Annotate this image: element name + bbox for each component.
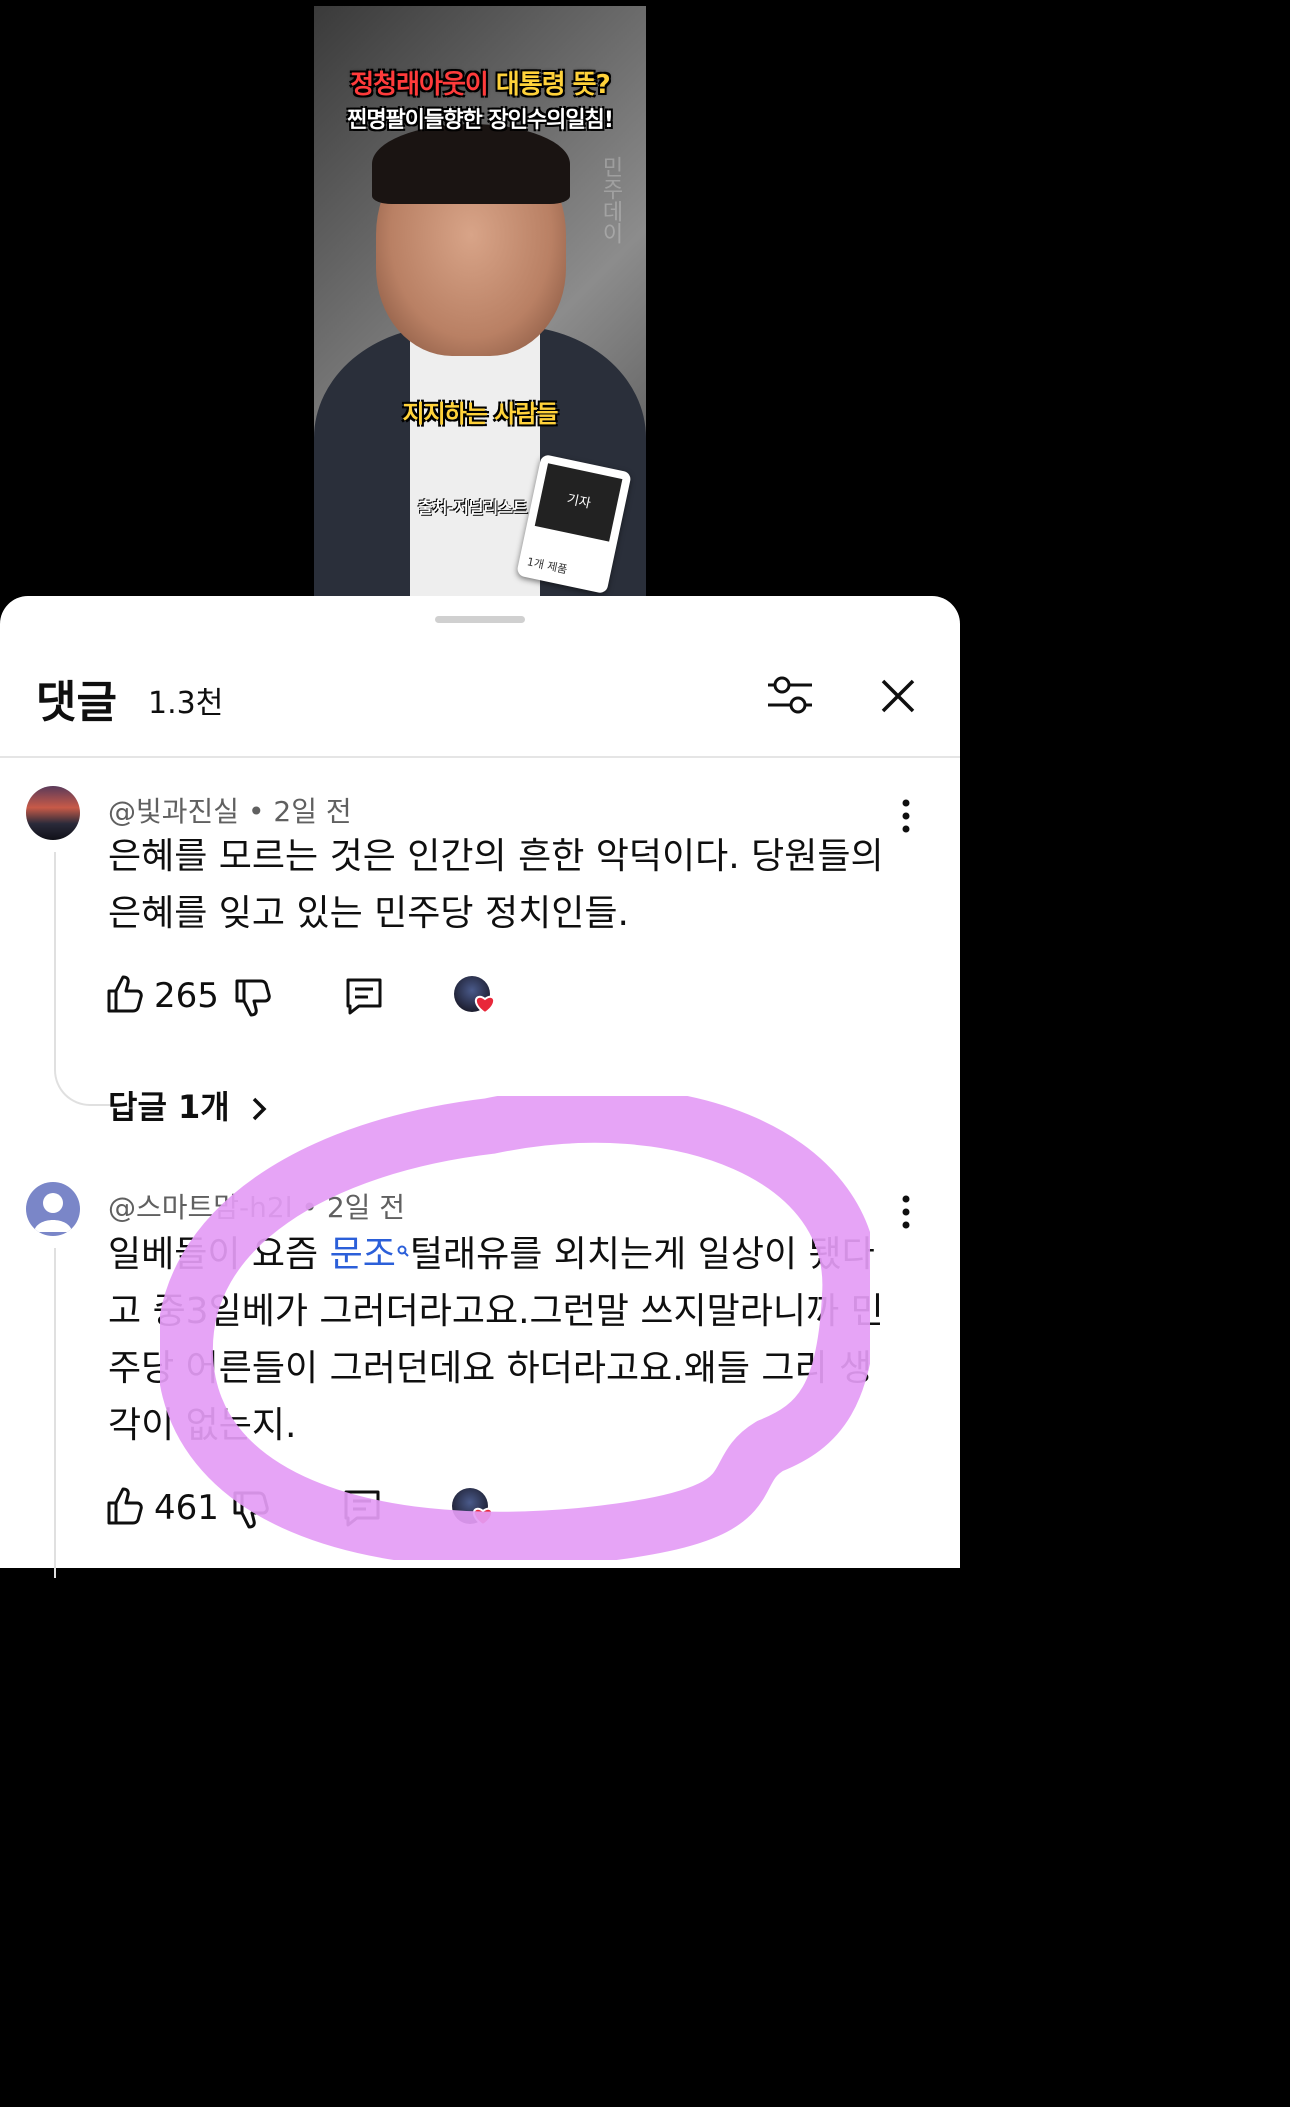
avatar[interactable] <box>26 786 80 840</box>
video-watermark: 민주데이 <box>598 156 623 244</box>
highlight-scribble <box>160 1096 870 1560</box>
comment-text: 은혜를 모르는 것은 인간의 흔한 악덕이다. 당원들의 은혜를 잊고 있는 민… <box>108 836 884 934</box>
comment-actions: 265 <box>106 974 526 1018</box>
close-icon[interactable] <box>876 674 920 718</box>
video-subtitle: 찐명팔이들향한 장인수의일침! <box>347 108 614 133</box>
comments-count: 1.3천 <box>148 686 224 721</box>
drag-handle[interactable] <box>435 616 525 623</box>
comments-title: 댓글 <box>36 677 117 728</box>
thumbs-down-icon[interactable] <box>234 978 272 1022</box>
comments-sheet: 댓글 1.3천 @빛과진실 • 2일 전 은혜를 모르는 것은 인간의 흔한 악… <box>0 596 960 1578</box>
thumbs-up-icon[interactable] <box>106 974 144 1018</box>
video-title-yellow: 대통령 뜻? <box>495 70 611 100</box>
video-title: 정청래아웃이 대통령 뜻? <box>314 64 646 101</box>
sliders-icon[interactable] <box>766 674 814 716</box>
comment-author[interactable]: @빛과진실 <box>108 795 239 828</box>
product-count: 1개 제품 <box>525 555 569 577</box>
header-divider <box>0 756 960 758</box>
comment-time: 2일 전 <box>273 795 352 828</box>
presenter-hair <box>372 124 570 204</box>
thumbs-up-icon[interactable] <box>106 1486 144 1530</box>
video-caption: 지지하는 사람들 <box>402 400 559 428</box>
comment-meta: @빛과진실 • 2일 전 <box>108 795 352 828</box>
video-title-red: 정청래아웃이 <box>350 70 489 100</box>
reply-icon[interactable] <box>344 976 384 1020</box>
creator-heart-icon <box>454 976 500 1022</box>
thread-line <box>54 1248 56 1578</box>
video-source: 출처-저널리스트 <box>418 498 528 517</box>
avatar[interactable] <box>26 1182 80 1236</box>
video-player[interactable]: 정청래아웃이 대통령 뜻? 찐명팔이들향한 장인수의일침! 민주데이 지지하는 … <box>314 6 646 598</box>
like-count: 265 <box>154 976 219 1016</box>
product-book-cover: 기자 <box>534 463 623 542</box>
